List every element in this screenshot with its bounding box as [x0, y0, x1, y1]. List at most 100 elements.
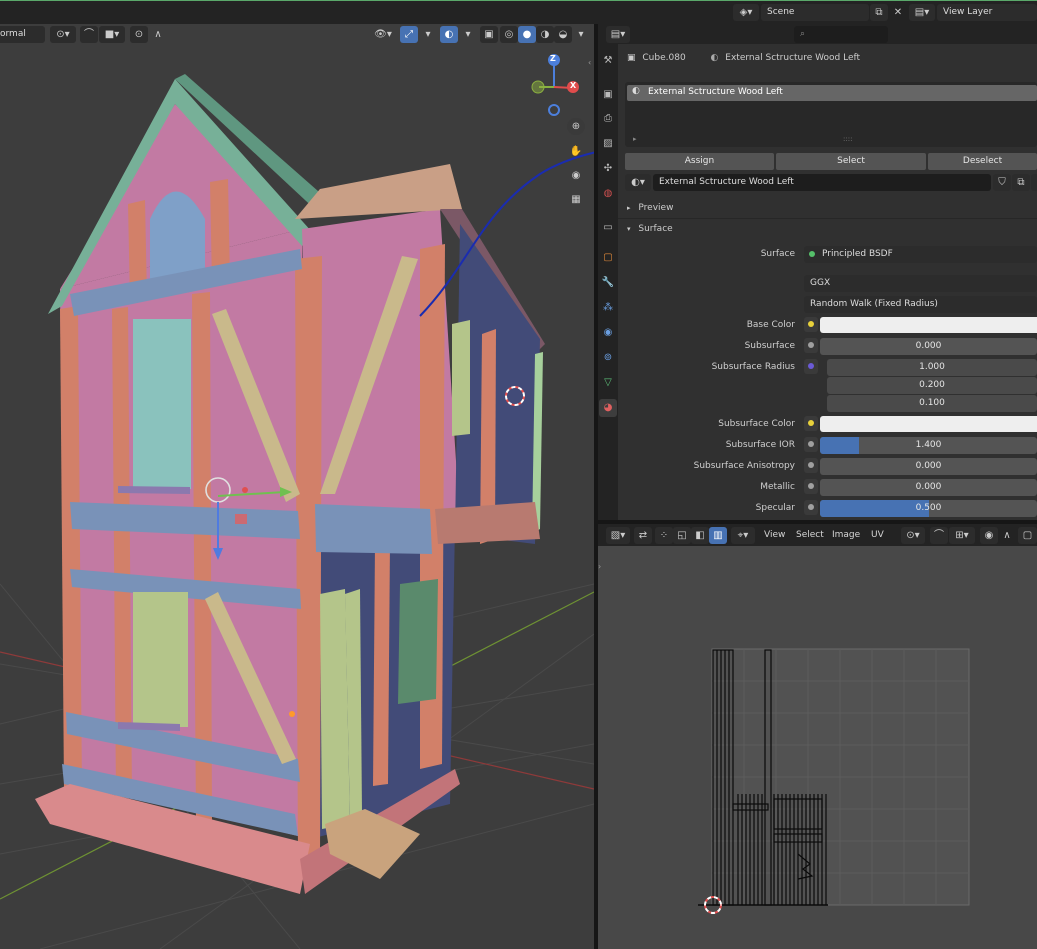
base-color-socket-icon[interactable] — [804, 317, 818, 332]
specular-field[interactable]: 0.500 — [820, 500, 1037, 517]
subsurface-color-swatch[interactable] — [820, 416, 1037, 432]
scene-tab-icon[interactable]: ✣ — [599, 160, 617, 178]
face-select-icon[interactable]: ◧ — [691, 527, 709, 544]
sidebar-expand-icon[interactable]: ‹ — [588, 58, 591, 67]
pivot-point-icon[interactable]: ⊙▾ — [50, 26, 76, 43]
world-tab-icon[interactable]: ◍ — [599, 185, 617, 203]
sync-selection-icon[interactable]: ⇄ — [634, 527, 652, 544]
grid-perspective-icon[interactable]: ▦ — [567, 191, 585, 208]
edge-select-icon[interactable]: ◱ — [673, 527, 691, 544]
overlay-dropdown-icon[interactable]: ▾ — [459, 26, 477, 43]
expand-arrow-icon[interactable]: ▸ — [633, 135, 637, 143]
output-tab-icon[interactable]: ⎙ — [599, 110, 617, 128]
navigation-gizmo[interactable] — [527, 52, 587, 122]
physics-tab-icon[interactable]: ◉ — [599, 324, 617, 342]
collection-tab-icon[interactable]: ▭ — [599, 219, 617, 237]
subsurface-color-socket-icon[interactable] — [804, 416, 818, 431]
view-layer-selector-icon[interactable]: ▤▾ — [909, 4, 935, 21]
assign-button[interactable]: Assign — [625, 153, 774, 170]
uv-pivot-icon[interactable]: ⊙▾ — [901, 527, 925, 544]
uv-falloff-icon[interactable]: ∧ — [998, 527, 1016, 544]
subsurface-field[interactable]: 0.000 — [820, 338, 1037, 355]
material-slot-item[interactable]: ◐ External Sctructure Wood Left — [627, 85, 1037, 101]
xray-toggle-icon[interactable]: ▣ — [480, 26, 498, 43]
viewport-scene — [0, 74, 594, 949]
falloff-icon[interactable]: ∧ — [149, 26, 167, 43]
resize-handle[interactable]: :::: — [843, 135, 852, 143]
camera-icon[interactable]: ◉ — [567, 167, 585, 184]
fake-user-icon[interactable]: ⛉ — [993, 174, 1011, 191]
copy-scene-icon[interactable]: ⧉ — [870, 4, 888, 21]
subsurface-ior-socket-icon[interactable] — [804, 437, 818, 452]
deselect-button[interactable]: Deselect — [928, 153, 1037, 170]
subsurface-radius-socket-icon[interactable] — [804, 359, 818, 374]
select-button[interactable]: Select — [776, 153, 926, 170]
gizmo-toggle-icon[interactable]: ⤢ — [400, 26, 418, 43]
menu-view[interactable]: View — [764, 524, 785, 546]
render-tab-icon[interactable]: ▣ — [599, 86, 617, 104]
metallic-socket-icon[interactable] — [804, 479, 818, 494]
island-select-icon[interactable]: ▥ — [709, 527, 727, 544]
vertex-select-icon[interactable]: ⁘ — [655, 527, 673, 544]
object-tab-icon[interactable]: ▢ — [599, 249, 617, 267]
modifier-tab-icon[interactable]: 🔧 — [599, 274, 617, 292]
menu-image[interactable]: Image — [832, 524, 860, 546]
surface-shader-field[interactable]: Principled BSDF — [804, 246, 1037, 263]
menu-select[interactable]: Select — [796, 524, 824, 546]
sticky-selection-icon[interactable]: ⌖▾ — [731, 527, 755, 544]
transform-orientation-dropdown[interactable]: ormal — [0, 26, 45, 43]
rendered-shading-icon[interactable]: ◒ — [554, 26, 572, 43]
specular-socket-icon[interactable] — [804, 500, 818, 515]
toolbar-expand-icon[interactable]: › — [598, 562, 601, 571]
view-layer-field[interactable]: View Layer — [937, 4, 1037, 21]
shading-dropdown-icon[interactable]: ▾ — [572, 26, 590, 43]
scene-field[interactable]: Scene — [761, 4, 869, 21]
pan-hand-icon[interactable]: ✋ — [567, 143, 585, 160]
uv-editor[interactable] — [598, 524, 1037, 949]
data-tab-icon[interactable]: ▽ — [599, 374, 617, 392]
close-scene-icon[interactable]: ✕ — [889, 4, 907, 21]
proportional-edit-icon[interactable]: ⊙ — [130, 26, 148, 43]
solid-shading-icon[interactable]: ● — [518, 26, 536, 43]
subsurface-socket-icon[interactable] — [804, 338, 818, 353]
distribution-dropdown[interactable]: GGX — [804, 275, 1037, 292]
3d-viewport[interactable]: Z X ⊕ ✋ ◉ ▦ — [0, 24, 594, 949]
material-tab-icon[interactable]: ◕ — [599, 399, 617, 417]
tool-tab-icon[interactable]: ⚒ — [599, 52, 617, 70]
subsurface-anisotropy-field[interactable]: 0.000 — [820, 458, 1037, 475]
uv-image-browse-icon[interactable]: ▢ — [1018, 527, 1037, 544]
view-layer-tab-icon[interactable]: ▨ — [599, 135, 617, 153]
zoom-icon[interactable]: ⊕ — [567, 118, 585, 135]
radius-y-field[interactable]: 0.200 — [827, 377, 1037, 394]
snap-target-icon[interactable]: ■▾ — [99, 26, 125, 43]
radius-z-field[interactable]: 0.100 — [827, 395, 1037, 412]
overlay-toggle-icon[interactable]: ◐ — [440, 26, 458, 43]
metallic-field[interactable]: 0.000 — [820, 479, 1037, 496]
uv-snap-icon[interactable]: ⌒ — [930, 527, 948, 544]
particles-tab-icon[interactable]: ⁂ — [599, 299, 617, 317]
preview-panel-header[interactable]: ▸ Preview — [627, 203, 673, 213]
surface-panel-header[interactable]: ▾ Surface — [627, 224, 673, 234]
uv-snap-target-icon[interactable]: ⊞▾ — [949, 527, 975, 544]
subsurface-method-dropdown[interactable]: Random Walk (Fixed Radius) — [804, 296, 1037, 313]
menu-uv[interactable]: UV — [871, 524, 884, 546]
visibility-icon[interactable]: 👁▾ — [370, 26, 396, 43]
subsurface-ior-field[interactable]: 1.400 — [820, 437, 1037, 454]
scene-selector-icon[interactable]: ◈▾ — [733, 4, 759, 21]
snap-icon[interactable]: ⌒ — [80, 26, 98, 43]
browse-material-icon[interactable]: ◐▾ — [625, 174, 651, 191]
subsurface-anisotropy-socket-icon[interactable] — [804, 458, 818, 473]
constraints-tab-icon[interactable]: ⊚ — [599, 349, 617, 367]
properties-search-input[interactable]: ⌕ — [794, 26, 888, 43]
uv-proportional-icon[interactable]: ◉ — [980, 527, 998, 544]
material-preview-icon[interactable]: ◑ — [536, 26, 554, 43]
base-color-swatch[interactable] — [820, 317, 1037, 333]
gizmo-dropdown-icon[interactable]: ▾ — [419, 26, 437, 43]
wireframe-shading-icon[interactable]: ◎ — [500, 26, 518, 43]
uv-editor-type-icon[interactable]: ▧▾ — [606, 527, 630, 544]
duplicate-material-icon[interactable]: ⧉ — [1012, 174, 1030, 191]
material-name-field[interactable]: External Sctructure Wood Left — [653, 174, 991, 191]
radius-x-field[interactable]: 1.000 — [827, 359, 1037, 376]
unlink-material-icon[interactable] — [1031, 174, 1037, 191]
editor-type-icon[interactable]: ▤▾ — [606, 26, 630, 43]
